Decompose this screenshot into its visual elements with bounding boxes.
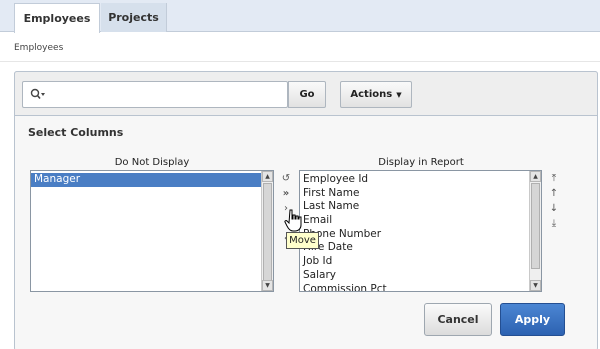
list-item[interactable]: Job Id xyxy=(300,255,541,269)
search-input[interactable] xyxy=(22,81,288,108)
apply-button[interactable]: Apply xyxy=(500,303,565,336)
scroll-thumb[interactable] xyxy=(263,183,272,281)
list-item[interactable]: Hire Date xyxy=(300,241,541,255)
actions-button[interactable]: Actions ▼ xyxy=(340,81,412,108)
right-list-scrollbar[interactable]: ▲ ▼ xyxy=(529,171,541,291)
move-top-icon[interactable]: ⤒ xyxy=(547,172,561,184)
dialog-title: Select Columns xyxy=(28,126,124,139)
search-icon[interactable] xyxy=(30,88,46,100)
list-item[interactable]: Phone Number xyxy=(300,228,541,242)
list-item-manager[interactable]: Manager xyxy=(31,173,273,187)
move-bottom-icon[interactable]: ⤓ xyxy=(547,217,561,229)
chevron-down-icon: ▼ xyxy=(396,90,402,99)
list-item[interactable]: Employee Id xyxy=(300,173,541,187)
tab-projects[interactable]: Projects xyxy=(101,3,167,32)
go-button[interactable]: Go xyxy=(288,81,326,108)
list-item[interactable]: Email xyxy=(300,214,541,228)
tab-employees[interactable]: Employees xyxy=(14,3,100,33)
scroll-thumb[interactable] xyxy=(531,183,540,269)
display-in-report-list[interactable]: Employee Id First Name Last Name Email P… xyxy=(299,170,542,292)
cancel-button[interactable]: Cancel xyxy=(424,303,492,336)
scroll-down-icon[interactable]: ▼ xyxy=(530,280,541,291)
do-not-display-header: Do Not Display xyxy=(114,157,190,168)
scroll-up-icon[interactable]: ▲ xyxy=(262,171,273,182)
breadcrumb[interactable]: Employees xyxy=(14,43,63,53)
scroll-down-icon[interactable]: ▼ xyxy=(262,280,273,291)
move-down-icon[interactable]: ↓ xyxy=(547,202,561,214)
tab-bar: Employees Projects xyxy=(0,0,600,33)
do-not-display-list[interactable]: Manager ▲ ▼ xyxy=(30,170,274,292)
display-in-report-header: Display in Report xyxy=(378,157,464,168)
actions-label: Actions xyxy=(350,89,393,100)
list-item[interactable]: First Name xyxy=(300,187,541,201)
move-tooltip: Move xyxy=(286,232,319,249)
divider xyxy=(0,61,600,62)
list-item[interactable]: Last Name xyxy=(300,200,541,214)
move-up-icon[interactable]: ↑ xyxy=(547,187,561,199)
list-item[interactable]: Commission Pct xyxy=(300,283,541,292)
hand-cursor-icon xyxy=(284,209,302,232)
reset-icon[interactable]: ↺ xyxy=(279,172,293,184)
list-item[interactable]: Salary xyxy=(300,269,541,283)
scroll-up-icon[interactable]: ▲ xyxy=(530,171,541,182)
move-all-icon[interactable]: » xyxy=(279,187,293,199)
left-list-scrollbar[interactable]: ▲ ▼ xyxy=(261,171,273,291)
